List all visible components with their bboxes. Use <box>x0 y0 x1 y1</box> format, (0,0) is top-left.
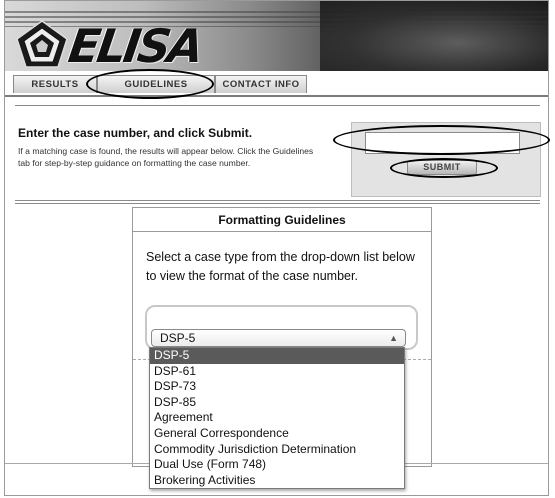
dropdown-option[interactable]: DSP-5 <box>150 348 404 364</box>
section-divider-top <box>15 105 540 106</box>
header-banner: ELISA <box>5 1 548 73</box>
dropdown-option[interactable]: DSP-73 <box>150 379 404 395</box>
dropdown-option[interactable]: Brokering Activities <box>150 473 404 489</box>
logo-text: ELISA <box>65 19 205 73</box>
dropdown-option[interactable]: Agreement <box>150 410 404 426</box>
tab-bar: RESULTS GUIDELINES CONTACT INFO <box>5 71 548 97</box>
panel-title: Formatting Guidelines <box>133 208 431 232</box>
dropdown-option[interactable]: DSP-85 <box>150 395 404 411</box>
search-help-text: If a matching case is found, the results… <box>18 146 314 169</box>
dropdown-option[interactable]: DSP-61 <box>150 364 404 380</box>
section-divider-2 <box>15 203 540 204</box>
tab-results[interactable]: RESULTS <box>13 75 97 93</box>
search-prompt: Enter the case number, and click Submit. <box>18 126 253 140</box>
dropdown-option[interactable]: Commodity Jurisdiction Determination <box>150 442 404 458</box>
section-divider-1 <box>15 200 540 201</box>
pentagon-logo-icon <box>16 20 68 68</box>
case-type-dropdown-list: DSP-5 DSP-61 DSP-73 DSP-85 Agreement Gen… <box>149 347 405 489</box>
tab-guidelines[interactable]: GUIDELINES <box>97 75 215 93</box>
panel-instructions: Select a case type from the drop-down li… <box>146 250 415 283</box>
tab-contact-info[interactable]: CONTACT INFO <box>215 75 307 93</box>
banner-shade <box>320 1 548 71</box>
submit-button[interactable]: SUBMIT <box>407 160 477 175</box>
dropdown-option[interactable]: General Correspondence <box>150 426 404 442</box>
dropdown-option[interactable]: Dual Use (Form 748) <box>150 457 404 473</box>
case-number-input[interactable] <box>365 132 520 154</box>
case-type-select[interactable]: DSP-5 ▲▼ <box>151 329 406 359</box>
case-type-select-value: DSP-5 <box>160 331 196 345</box>
